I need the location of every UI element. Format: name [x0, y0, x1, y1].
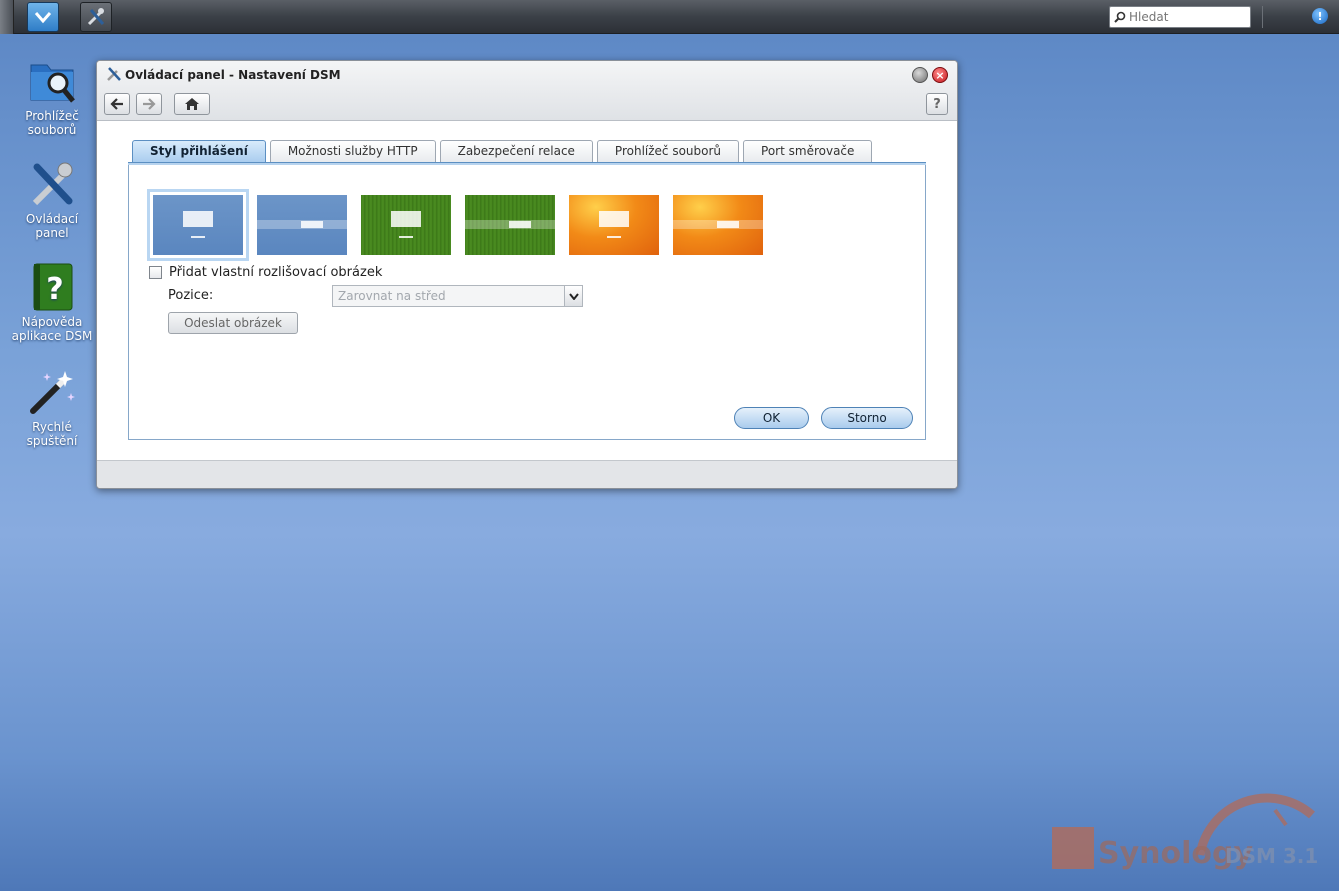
watermark-product: DSM 3.1 [1225, 844, 1318, 868]
custom-image-option: Přidat vlastní rozlišovací obrázek [149, 265, 382, 280]
desktop-icon-label: Nápověda aplikace DSM [11, 315, 93, 343]
custom-image-label: Přidat vlastní rozlišovací obrázek [169, 265, 383, 280]
position-label: Pozice: [168, 288, 214, 303]
desktop-icon-label: Rychlé spuštění [26, 420, 78, 448]
theme-thumbnails [147, 189, 763, 261]
desktop-icon-label: Ovládací panel [25, 212, 79, 240]
window-body: Styl přihlášení Možnosti služby HTTP Zab… [97, 121, 957, 460]
desktop-icon-file-browser[interactable]: Prohlížeč souborů [8, 55, 96, 137]
magic-wand-icon [26, 366, 78, 418]
home-button[interactable] [174, 93, 210, 115]
position-select-value: Zarovnat na střed [338, 289, 446, 303]
tab-login-style[interactable]: Styl přihlášení [132, 140, 266, 162]
close-button[interactable]: × [932, 67, 948, 83]
minimize-button[interactable] [912, 67, 928, 83]
cancel-button[interactable]: Storno [821, 407, 913, 429]
theme-thumbnail-green-centered[interactable] [361, 195, 451, 255]
position-select[interactable]: Zarovnat na střed [332, 285, 583, 307]
desktop-icon-label: Prohlížeč souborů [25, 109, 79, 137]
chevron-down-icon [564, 286, 582, 306]
help-book-icon: ? [26, 261, 78, 313]
tools-icon [87, 8, 105, 26]
theme-thumbnail-green-banner[interactable] [465, 195, 555, 255]
ok-button[interactable]: OK [734, 407, 809, 429]
close-icon: × [935, 68, 945, 82]
theme-thumbnail-orange-centered[interactable] [569, 195, 659, 255]
home-icon [185, 98, 199, 110]
taskbar-separator [1262, 6, 1263, 28]
search-input[interactable] [1129, 10, 1239, 24]
taskbar-control-panel-button[interactable] [80, 2, 112, 32]
taskbar: ! [0, 0, 1339, 34]
upload-image-button[interactable]: Odeslat obrázek [168, 312, 298, 334]
theme-thumbnail-blue-banner[interactable] [257, 195, 347, 255]
tab-file-browser[interactable]: Prohlížeč souborů [596, 140, 740, 162]
forward-button[interactable] [136, 93, 162, 115]
notification-icon[interactable]: ! [1312, 8, 1328, 24]
theme-thumbnail-orange-banner[interactable] [673, 195, 763, 255]
window-header[interactable]: Ovládací panel - Nastavení DSM × ? [97, 61, 957, 121]
desktop-icon-quick-start[interactable]: Rychlé spuštění [8, 366, 96, 448]
svg-text:?: ? [46, 272, 63, 307]
custom-image-checkbox[interactable] [149, 266, 162, 279]
synology-logo-watermark: Synology DSM 3.1 [1052, 793, 1318, 871]
tab-bar: Styl přihlášení Možnosti služby HTTP Zab… [132, 140, 873, 162]
desktop-icon-control-panel[interactable]: Ovládací panel [8, 158, 96, 240]
tab-router-port[interactable]: Port směrovače [743, 140, 873, 162]
folder-search-icon [26, 55, 78, 107]
back-button[interactable] [104, 93, 130, 115]
chevron-down-icon [34, 12, 52, 24]
main-menu-button[interactable] [27, 2, 59, 32]
desktop-icon-help[interactable]: ? Nápověda aplikace DSM [8, 261, 96, 343]
arrow-left-icon [110, 98, 123, 110]
window-title: Ovládací panel - Nastavení DSM [125, 68, 341, 82]
arrow-right-icon [143, 98, 156, 110]
tab-session-security[interactable]: Zabezpečení relace [439, 140, 593, 162]
tools-icon [107, 67, 121, 81]
tab-http-options[interactable]: Možnosti služby HTTP [269, 140, 436, 162]
tools-icon [26, 158, 78, 210]
window-footer [97, 460, 957, 488]
taskbar-grip [0, 0, 14, 34]
help-button[interactable]: ? [926, 93, 948, 115]
control-panel-window: Ovládací panel - Nastavení DSM × ? Styl … [96, 60, 958, 489]
login-style-panel: Přidat vlastní rozlišovací obrázek Pozic… [128, 165, 926, 440]
theme-thumbnail-blue-centered[interactable] [147, 189, 249, 261]
search-icon [1114, 11, 1126, 23]
search-box[interactable] [1109, 6, 1251, 28]
